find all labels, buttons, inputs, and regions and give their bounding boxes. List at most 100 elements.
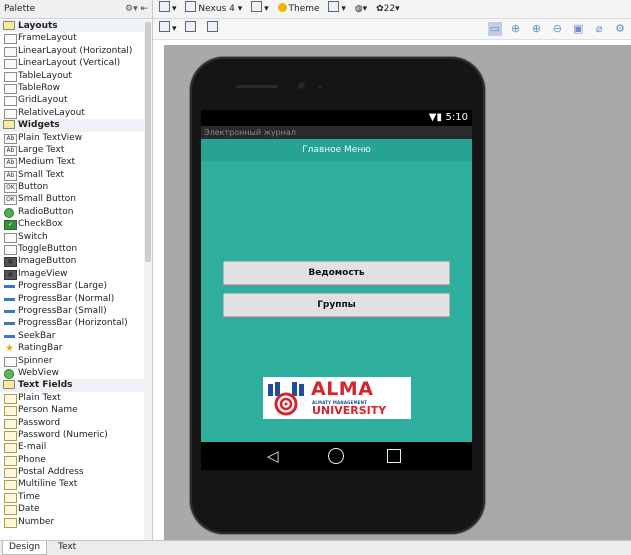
layout-toolbar: ▾ Nexus 4 ▾ ▾ Theme ▾ ◍▾ ✿22▾ <box>153 0 631 19</box>
palette-item[interactable]: Ab Large Text <box>0 144 144 156</box>
palette-item[interactable]: SeekBar <box>0 330 144 342</box>
locale-selector[interactable]: ◍▾ <box>355 0 367 18</box>
theme-selector[interactable]: Theme <box>277 0 320 18</box>
alma-university-logo: ALMA ALMATY MANAGEMENT UNIVERSITY <box>263 377 411 419</box>
screenshot-icon[interactable]: ▣ <box>571 22 585 36</box>
palette-item[interactable]: Password (Numeric) <box>0 429 144 441</box>
palette-item[interactable]: Postal Address <box>0 466 144 479</box>
checkbox-icon: ✓ <box>4 220 17 231</box>
textfield-icon <box>4 492 17 503</box>
tab-text[interactable]: Text <box>52 541 82 554</box>
palette-item[interactable]: OK Small Button <box>0 193 144 206</box>
palette-item[interactable]: TableLayout <box>0 70 144 82</box>
app-title-bar: Электронный журнал <box>201 126 472 139</box>
palette-item[interactable]: Person Name <box>0 404 144 417</box>
groups-button[interactable]: Группы <box>223 293 450 317</box>
palette-item[interactable]: ProgressBar (Horizontal) <box>0 317 144 329</box>
home-icon[interactable] <box>328 448 344 464</box>
palette-item[interactable]: Switch <box>0 231 144 243</box>
palette-item[interactable]: ProgressBar (Normal) <box>0 293 144 305</box>
palette-category[interactable]: Widgets <box>0 119 144 132</box>
activity-selector[interactable]: ▾ <box>328 0 346 18</box>
palette-item-label: ImageView <box>18 268 68 279</box>
zoom-actual-icon[interactable]: ▭ <box>487 21 502 36</box>
recent-apps-icon[interactable] <box>387 449 401 463</box>
palette-item[interactable]: E-mail <box>0 441 144 454</box>
zoom-in-icon[interactable]: ⊕ <box>530 22 544 36</box>
seekbar-icon <box>4 334 15 338</box>
palette-item-label: Phone <box>18 454 46 465</box>
palette-scroll-thumb[interactable] <box>145 22 151 262</box>
palette-item[interactable]: FrameLayout <box>0 32 144 45</box>
palette-category-label: Text Fields <box>18 380 73 391</box>
device-selector[interactable]: Nexus 4 ▾ <box>185 0 242 18</box>
zoom-fit-button[interactable]: ▾ <box>159 19 177 39</box>
palette-item[interactable]: Number <box>0 516 144 528</box>
palette-item-label: Small Button <box>18 194 77 205</box>
palette-item[interactable]: WebView <box>0 367 144 379</box>
palette-item[interactable]: Plain Text <box>0 392 144 404</box>
button-icon: OK <box>4 195 17 206</box>
palette-item[interactable]: Spinner <box>0 355 144 367</box>
palette-item[interactable]: Ab Medium Text <box>0 156 144 169</box>
spinner-icon <box>4 356 17 367</box>
zoom-screen-icon[interactable]: ⊕ <box>509 22 523 36</box>
theme-icon <box>277 3 287 12</box>
palette-category[interactable]: Layouts <box>0 20 144 33</box>
palette-item-label: ToggleButton <box>18 244 78 255</box>
palette-item-label: Plain TextView <box>18 132 83 143</box>
palette-item[interactable]: Ab Small Text <box>0 169 144 181</box>
palette-item[interactable]: ▣ ImageButton <box>0 255 144 268</box>
palette-category[interactable]: Text Fields <box>0 379 144 392</box>
palette-item[interactable]: ToggleButton <box>0 243 144 256</box>
grid-icon <box>4 96 17 107</box>
textfield-icon <box>4 505 17 516</box>
switch-icon <box>4 232 17 243</box>
palette-item[interactable]: Multiline Text <box>0 478 144 491</box>
zoom-out-icon[interactable]: ⊖ <box>550 22 564 36</box>
palette-item[interactable]: Time <box>0 491 144 503</box>
device-speaker <box>236 85 278 88</box>
palette-item[interactable]: OK Button <box>0 181 144 194</box>
palette-item[interactable]: Date <box>0 503 144 516</box>
palette-item-label: WebView <box>18 367 59 378</box>
palette-item[interactable]: ▣ ImageView <box>0 268 144 280</box>
palette-item-label: GridLayout <box>18 95 68 106</box>
palette-item-label: CheckBox <box>18 219 63 230</box>
palette-item[interactable]: ProgressBar (Large) <box>0 280 144 292</box>
palette-item[interactable]: RadioButton <box>0 206 144 218</box>
tab-design[interactable]: Design <box>2 541 48 555</box>
palette-settings-icon[interactable]: ⚙▾ ⇤ <box>125 0 148 18</box>
palette-item[interactable]: LinearLayout (Vertical) <box>0 57 144 70</box>
fill-width-button[interactable] <box>185 19 198 39</box>
palette-scrollbar[interactable] <box>144 20 152 540</box>
palette-item[interactable]: RelativeLayout <box>0 107 144 119</box>
layout-icon <box>4 59 17 70</box>
api-level: 22 <box>383 4 396 14</box>
vedomost-button[interactable]: Ведомость <box>223 261 450 285</box>
settings-icon[interactable]: ⚙ <box>613 22 627 36</box>
palette-item-label: Button <box>18 182 49 193</box>
back-icon[interactable]: ◁ <box>267 448 279 464</box>
palette-item[interactable]: ★ RatingBar <box>0 342 144 354</box>
palette-item[interactable]: Password <box>0 417 144 429</box>
folder-icon <box>3 380 15 390</box>
palette-item[interactable]: LinearLayout (Horizontal) <box>0 45 144 57</box>
fill-height-button[interactable] <box>207 19 220 39</box>
palette-item[interactable]: ProgressBar (Small) <box>0 305 144 317</box>
textfield-icon <box>4 418 17 429</box>
new-layout-button[interactable]: ▾ <box>159 0 177 18</box>
orientation-button[interactable]: ▾ <box>251 0 269 18</box>
palette-item[interactable]: Ab Plain TextView <box>0 132 144 144</box>
palette-item[interactable]: ✓ CheckBox <box>0 218 144 231</box>
api-selector[interactable]: ✿22▾ <box>376 0 400 18</box>
palette-item[interactable]: GridLayout <box>0 94 144 107</box>
palette-item[interactable]: TableRow <box>0 82 144 94</box>
palette-item-label: RadioButton <box>18 206 74 217</box>
palette-item-label: Person Name <box>18 405 78 416</box>
palette-item[interactable]: Phone <box>0 454 144 466</box>
textfield-icon <box>4 406 17 417</box>
palette-item-label: RatingBar <box>18 343 63 354</box>
textfield-icon <box>4 430 17 441</box>
refresh-icon[interactable]: ⌀ <box>592 22 606 36</box>
